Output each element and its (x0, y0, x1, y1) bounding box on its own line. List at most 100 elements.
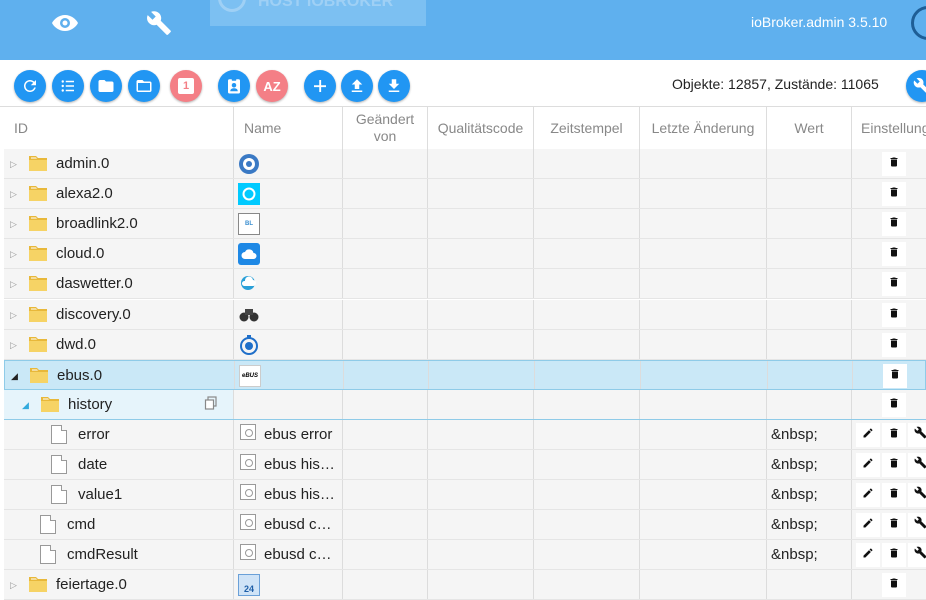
sort-button[interactable]: AZ (256, 70, 288, 102)
column-header-last-change[interactable]: Letzte Änderung (640, 107, 767, 149)
expand-all-button[interactable] (128, 70, 160, 102)
table-row[interactable]: ▷ broadlink2.0 BL (4, 209, 926, 239)
edit-button[interactable] (856, 543, 880, 567)
settings-button[interactable] (908, 483, 926, 507)
delete-button[interactable] (882, 423, 906, 447)
column-header-id[interactable]: ID (0, 107, 234, 149)
trash-icon (888, 336, 900, 354)
object-state-counts: Objekte: 12857, Zustände: 11065 (672, 76, 879, 92)
list-view-button[interactable] (52, 70, 84, 102)
settings-button[interactable] (908, 453, 926, 477)
expand-toggle-icon[interactable]: ▷ (10, 219, 17, 230)
table-row[interactable]: ▷ discovery.0 (4, 300, 926, 330)
table-row[interactable]: ▷ admin.0 (4, 149, 926, 179)
table-row[interactable]: error ebus error &nbsp; (4, 420, 926, 450)
table-row[interactable]: ◢ ebus.0 eBUS (4, 360, 926, 390)
delete-button[interactable] (882, 333, 906, 357)
toolbar: 1 AZ Objekte: 12857, Zustände: 11065 (0, 62, 926, 106)
delete-button[interactable] (882, 212, 906, 236)
table-row[interactable]: cmdResult ebusd c… &nbsp; (4, 540, 926, 570)
ebus-adapter-icon: eBUS (239, 365, 261, 387)
tab-host[interactable]: HOST IOBROKER (210, 0, 426, 26)
table-cell (343, 269, 428, 298)
table-cell (4, 450, 234, 479)
delete-button[interactable] (882, 513, 906, 537)
delete-button[interactable] (882, 182, 906, 206)
column-header-value[interactable]: Wert (767, 107, 852, 149)
settings-button[interactable] (908, 543, 926, 567)
expand-toggle-icon[interactable]: ▷ (10, 279, 17, 290)
table-cell (640, 420, 767, 449)
table-cell (4, 420, 234, 449)
refresh-button[interactable] (14, 70, 46, 102)
name-cell: eBUS (235, 361, 344, 389)
download-button[interactable] (378, 70, 410, 102)
settings-button[interactable] (906, 70, 926, 102)
expand-toggle-icon[interactable]: ◢ (11, 371, 18, 382)
wrench-icon[interactable] (142, 6, 176, 40)
table-cell (767, 300, 852, 329)
delete-button[interactable] (882, 453, 906, 477)
delete-button[interactable] (882, 242, 906, 266)
user-badge-button[interactable] (218, 70, 250, 102)
upload-button[interactable] (341, 70, 373, 102)
object-value: &nbsp; (771, 456, 818, 473)
calendar-button[interactable]: 1 (170, 70, 202, 102)
delete-button[interactable] (883, 364, 907, 388)
delete-button[interactable] (882, 573, 906, 597)
trash-icon (888, 516, 900, 534)
table-row[interactable]: cmd ebusd c… &nbsp; (4, 510, 926, 540)
wrench-icon (914, 546, 926, 564)
alexa-adapter-icon (238, 183, 260, 205)
sort-az-icon: AZ (263, 78, 281, 94)
edit-button[interactable] (856, 423, 880, 447)
table-row[interactable]: date ebus his… &nbsp; (4, 450, 926, 480)
settings-button[interactable] (908, 513, 926, 537)
settings-button[interactable] (908, 423, 926, 447)
delete-button[interactable] (882, 543, 906, 567)
object-value: &nbsp; (771, 426, 818, 443)
collapse-all-button[interactable] (90, 70, 122, 102)
delete-button[interactable] (882, 483, 906, 507)
delete-button[interactable] (882, 272, 906, 296)
delete-button[interactable] (882, 152, 906, 176)
expand-toggle-icon[interactable]: ▷ (10, 189, 17, 200)
expand-toggle-icon[interactable]: ▷ (10, 580, 17, 591)
table-row[interactable]: value1 ebus his… &nbsp; (4, 480, 926, 510)
table-row[interactable]: ▷ alexa2.0 (4, 179, 926, 209)
feiertage-calendar-icon: 24 (238, 574, 260, 596)
expand-toggle-icon[interactable]: ◢ (22, 400, 29, 411)
expand-toggle-icon[interactable]: ▷ (10, 249, 17, 260)
edit-button[interactable] (856, 453, 880, 477)
expand-toggle-icon[interactable]: ▷ (10, 310, 17, 321)
file-icon (51, 485, 67, 504)
table-row[interactable]: ◢ history (4, 390, 926, 420)
table-row[interactable]: ▷ feiertage.0 24 (4, 570, 926, 600)
table-row[interactable]: ▷ cloud.0 (4, 239, 926, 269)
column-header-changed-by[interactable]: Geändert von (343, 107, 428, 149)
delete-button[interactable] (882, 393, 906, 417)
table-cell (534, 540, 640, 569)
delete-button[interactable] (882, 303, 906, 327)
column-header-name[interactable]: Name (234, 107, 343, 149)
weather-adapter-icon (238, 273, 260, 295)
edit-button[interactable] (856, 483, 880, 507)
table-row[interactable]: ▷ dwd.0 (4, 330, 926, 360)
trash-icon (888, 275, 900, 293)
add-object-button[interactable] (304, 70, 336, 102)
folder-closed-icon (98, 80, 114, 92)
eye-icon[interactable] (48, 6, 82, 40)
expand-toggle-icon[interactable]: ▷ (10, 159, 17, 170)
state-icon (240, 424, 256, 440)
iobroker-logo-icon[interactable] (911, 6, 926, 40)
edit-button[interactable] (856, 513, 880, 537)
name-cell (234, 390, 343, 419)
column-header-settings[interactable]: Einstellungen (852, 107, 926, 149)
column-header-timestamp[interactable]: Zeitstempel (534, 107, 640, 149)
copy-icon[interactable] (204, 396, 218, 410)
table-row[interactable]: ▷ daswetter.0 (4, 269, 926, 299)
column-header-changed-by-line1: Geändert (355, 111, 415, 127)
column-header-quality[interactable]: Qualitätscode (428, 107, 534, 149)
expand-toggle-icon[interactable]: ▷ (10, 340, 17, 351)
table-cell (640, 510, 767, 539)
